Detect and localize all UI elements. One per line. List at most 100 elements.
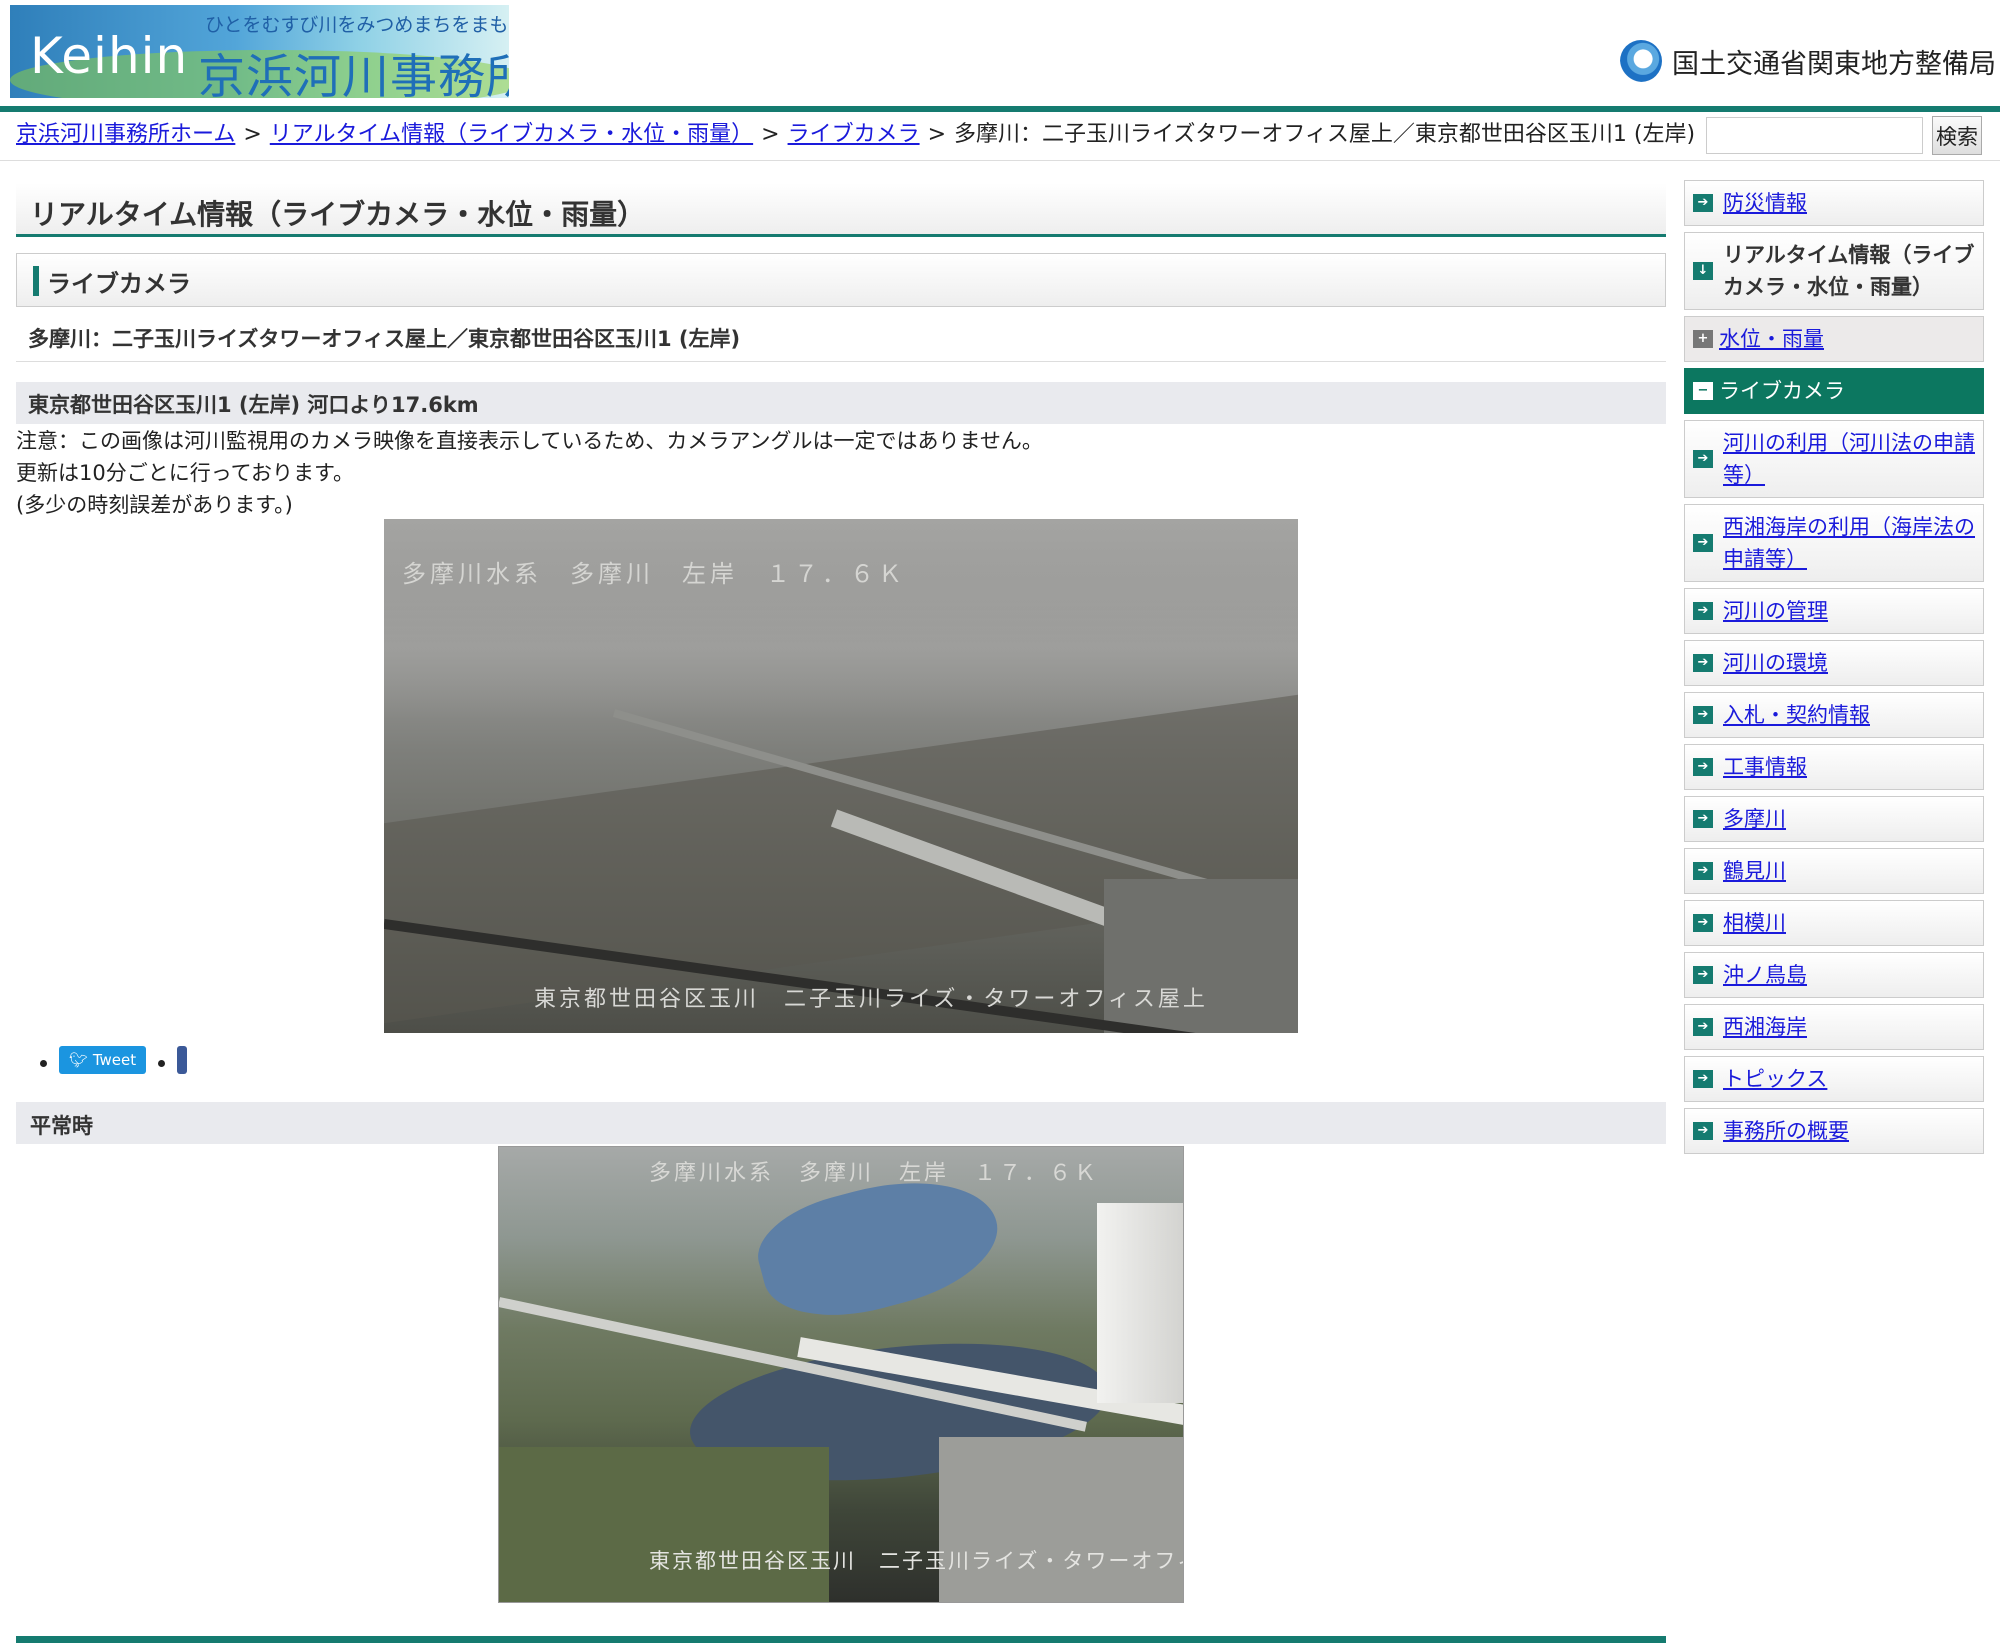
arrow-right-icon: ➔ [1693, 1070, 1713, 1088]
camera-overlay-location: 東京都世田谷区玉川 二子玉川ライズ・タワーオフィス屋上 [534, 987, 1208, 1012]
sidebar-item-construction[interactable]: ➔ 工事情報 [1684, 744, 1984, 790]
sidebar-item-river-management[interactable]: ➔ 河川の管理 [1684, 588, 1984, 634]
social-share-list: 🐦︎ Tweet [40, 1043, 188, 1077]
arrow-down-icon: ↓ [1693, 262, 1713, 280]
arrow-right-icon: ➔ [1693, 450, 1713, 468]
arrow-right-icon: ➔ [1693, 1018, 1713, 1036]
ministry-logo[interactable]: 国土交通省関東地方整備局 [1620, 36, 1996, 86]
sidebar-item-bidding[interactable]: ➔ 入札・契約情報 [1684, 692, 1984, 738]
arrow-right-icon: ➔ [1693, 534, 1713, 552]
social-bullet [40, 1048, 47, 1073]
footer-divider [16, 1636, 1666, 1643]
arrow-right-icon: ➔ [1693, 966, 1713, 984]
camera-overlay-title: 多摩川水系 多摩川 左岸 １７．６Ｋ [649, 1161, 1100, 1186]
sidebar-item-coast-use[interactable]: ➔ 西湘海岸の利用（海岸法の申請等） [1684, 504, 1984, 582]
section-title: ライブカメラ [16, 253, 1666, 307]
logo-english: Keihin [30, 27, 189, 85]
arrow-right-icon: ➔ [1693, 1122, 1713, 1140]
camera-buildings [939, 1437, 1183, 1602]
arrow-right-icon: ➔ [1693, 914, 1713, 932]
breadcrumb: 京浜河川事務所ホーム > リアルタイム情報（ライブカメラ・水位・雨量） > ライブカメラ… [16, 120, 1695, 150]
search-input[interactable] [1706, 117, 1923, 154]
social-bullet [158, 1048, 166, 1073]
camera-notes: 注意：この画像は河川監視用のカメラ映像を直接表示しているため、カメラアングルは一… [16, 425, 1043, 521]
breadcrumb-separator: > [243, 122, 262, 147]
ministry-name: 国土交通省関東地方整備局 [1672, 48, 1996, 80]
twitter-bird-icon: 🐦︎ [69, 1051, 93, 1069]
camera-overlay-title: 多摩川水系 多摩川 左岸 １７．６Ｋ [402, 560, 906, 588]
search-button[interactable]: 検索 [1932, 116, 1982, 155]
sidebar-item-label: ライブカメラ [1719, 379, 1845, 403]
sidebar-item-label[interactable]: 河川の管理 [1723, 599, 1828, 623]
sidebar-item-topics[interactable]: ➔ トピックス [1684, 1056, 1984, 1102]
tweet-label: Tweet [92, 1051, 137, 1069]
sidebar-item-realtime: ↓ リアルタイム情報（ライブカメラ・水位・雨量） [1684, 232, 1984, 310]
normal-time-heading: 平常時 [16, 1102, 1666, 1144]
sidebar-item-river-environment[interactable]: ➔ 河川の環境 [1684, 640, 1984, 686]
sidebar-item-disaster[interactable]: ➔ 防災情報 [1684, 180, 1984, 226]
sidebar-item-label[interactable]: 沖ノ鳥島 [1723, 963, 1807, 987]
camera-overlay-location: 東京都世田谷区玉川 二子玉川ライズ・タワーオフィス屋上 [649, 1549, 1183, 1573]
arrow-right-icon: ➔ [1693, 654, 1713, 672]
camera-location-heading: 多摩川：二子玉川ライズタワーオフィス屋上／東京都世田谷区玉川1 (左岸) [16, 316, 1666, 362]
header-divider [0, 106, 2000, 112]
breadcrumb-realtime-link[interactable]: リアルタイム情報（ライブカメラ・水位・雨量） [270, 122, 753, 147]
sidebar-item-tamagawa[interactable]: ➔ 多摩川 [1684, 796, 1984, 842]
sidebar-item-river-use[interactable]: ➔ 河川の利用（河川法の申請等） [1684, 420, 1984, 498]
collapse-minus-icon: − [1693, 382, 1713, 400]
sidebar-item-label[interactable]: 水位・雨量 [1719, 327, 1824, 351]
camera-tower [1097, 1203, 1183, 1403]
logo-tagline: ひとをむすび川をみつめまちをまもる [205, 14, 509, 36]
camera-haze [384, 519, 1298, 719]
sidebar-item-label[interactable]: 河川の利用（河川法の申請等） [1723, 431, 1975, 487]
expand-plus-icon: + [1693, 330, 1713, 348]
note-line: (多少の時刻誤差があります。) [16, 493, 293, 517]
breadcrumb-separator: > [927, 122, 947, 147]
page-title: リアルタイム情報（ライブカメラ・水位・雨量） [16, 183, 1666, 237]
note-line: 注意：この画像は河川監視用のカメラ映像を直接表示しているため、カメラアングルは一… [16, 429, 1043, 453]
breadcrumb-divider [0, 160, 2000, 161]
sidebar-item-sagamigawa[interactable]: ➔ 相模川 [1684, 900, 1984, 946]
sidebar-item-office-overview[interactable]: ➔ 事務所の概要 [1684, 1108, 1984, 1154]
breadcrumb-livecamera-link[interactable]: ライブカメラ [788, 122, 920, 147]
sidebar-item-label[interactable]: 工事情報 [1723, 755, 1807, 779]
sidebar-nav: ➔ 防災情報 ↓ リアルタイム情報（ライブカメラ・水位・雨量） + 水位・雨量 − ライ… [1684, 180, 1984, 1160]
site-header: Keihin ひとをむすび川をみつめまちをまもる 京浜河川事務所 国土交通省関東… [0, 0, 2000, 106]
facebook-share-button[interactable] [177, 1046, 188, 1074]
sidebar-item-label[interactable]: 鶴見川 [1723, 859, 1786, 883]
tweet-button[interactable]: 🐦︎ Tweet [59, 1046, 147, 1074]
sidebar-item-label: リアルタイム情報（ライブカメラ・水位・雨量） [1723, 243, 1975, 299]
sidebar-item-water-rain[interactable]: + 水位・雨量 [1684, 316, 1984, 362]
sidebar-item-label[interactable]: 防災情報 [1723, 191, 1807, 215]
arrow-right-icon: ➔ [1693, 862, 1713, 880]
arrow-right-icon: ➔ [1693, 194, 1713, 212]
arrow-right-icon: ➔ [1693, 602, 1713, 620]
sidebar-item-label[interactable]: 多摩川 [1723, 807, 1786, 831]
breadcrumb-current: 多摩川：二子玉川ライズタワーオフィス屋上／東京都世田谷区玉川1 (左岸) [954, 122, 1696, 147]
camera-position-heading: 東京都世田谷区玉川1 (左岸) 河口より17.6km [16, 382, 1666, 424]
sidebar-item-label[interactable]: 西湘海岸 [1723, 1015, 1807, 1039]
sidebar-item-tsurumigawa[interactable]: ➔ 鶴見川 [1684, 848, 1984, 894]
sidebar-item-okinotorishima[interactable]: ➔ 沖ノ鳥島 [1684, 952, 1984, 998]
arrow-right-icon: ➔ [1693, 706, 1713, 724]
sidebar-item-label[interactable]: トピックス [1723, 1067, 1827, 1091]
sidebar-item-label[interactable]: 入札・契約情報 [1723, 703, 1870, 727]
sidebar-item-label[interactable]: 西湘海岸の利用（海岸法の申請等） [1723, 515, 1975, 571]
sidebar-item-label[interactable]: 河川の環境 [1723, 651, 1828, 675]
section-marker [33, 266, 39, 296]
site-logo[interactable]: Keihin ひとをむすび川をみつめまちをまもる 京浜河川事務所 [10, 5, 509, 98]
note-line: 更新は10分ごとに行っております。 [16, 461, 354, 485]
live-camera-image: 多摩川水系 多摩川 左岸 １７．６Ｋ 東京都世田谷区玉川 二子玉川ライズ・タワー… [384, 519, 1298, 1033]
breadcrumb-home-link[interactable]: 京浜河川事務所ホーム [16, 122, 235, 147]
sidebar-item-seisho-coast[interactable]: ➔ 西湘海岸 [1684, 1004, 1984, 1050]
breadcrumb-separator: > [761, 122, 780, 147]
sidebar-item-livecamera[interactable]: − ライブカメラ [1684, 368, 1984, 414]
sidebar-item-label[interactable]: 相模川 [1723, 911, 1786, 935]
logo-japanese: 京浜河川事務所 [198, 50, 509, 98]
camera-riverbank [499, 1447, 829, 1602]
arrow-right-icon: ➔ [1693, 758, 1713, 776]
ministry-emblem-icon [1620, 40, 1662, 82]
arrow-right-icon: ➔ [1693, 810, 1713, 828]
sidebar-item-label[interactable]: 事務所の概要 [1723, 1119, 1849, 1143]
section-title-text: ライブカメラ [47, 270, 191, 298]
